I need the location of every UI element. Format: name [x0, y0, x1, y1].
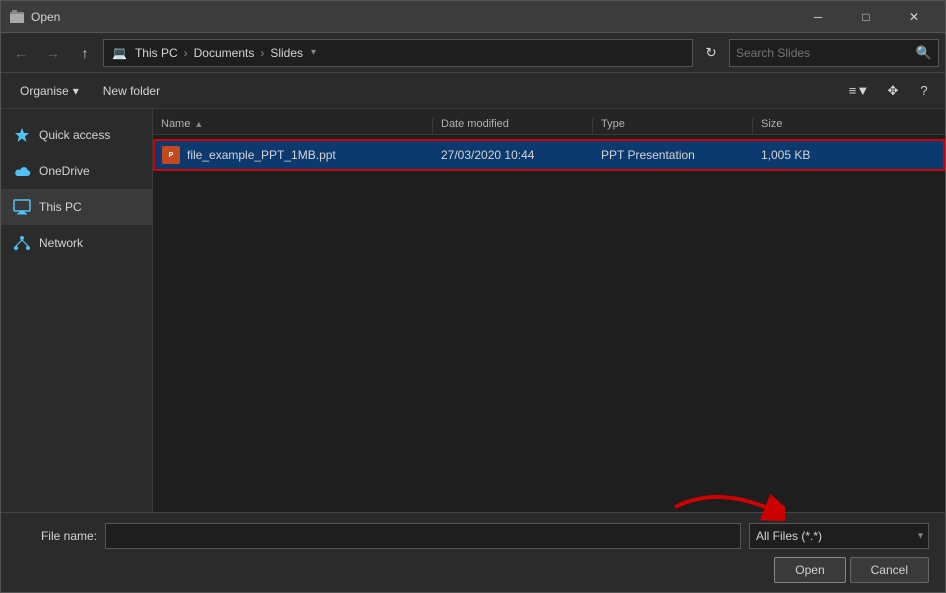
column-header-date[interactable]: Date modified [433, 118, 593, 134]
file-date-text: 27/03/2020 10:44 [441, 148, 534, 162]
table-row[interactable]: P file_example_PPT_1MB.ppt 27/03/2020 10… [153, 139, 945, 171]
file-size-text: 1,005 KB [761, 148, 810, 162]
sidebar-item-onedrive[interactable]: OneDrive [1, 153, 152, 189]
file-list-header: Name ▲ Date modified Type Size [153, 109, 945, 135]
new-folder-button[interactable]: New folder [92, 78, 171, 104]
address-chevron-icon: ▾ [311, 47, 316, 58]
organise-label: Organise [20, 84, 69, 98]
column-header-name[interactable]: Name ▲ [153, 118, 433, 134]
action-buttons: Open Cancel [774, 557, 929, 583]
minimize-button[interactable]: ─ [795, 1, 841, 33]
col-date-label: Date modified [441, 118, 509, 130]
file-name-text: file_example_PPT_1MB.ppt [187, 148, 336, 162]
sidebar: Quick access OneDrive Th [1, 109, 153, 512]
cloud-icon [13, 162, 31, 180]
file-list-body: P file_example_PPT_1MB.ppt 27/03/2020 10… [153, 135, 945, 512]
address-bar: ← → ↑ 💻 This PC › Documents › Slides ▾ ↻… [1, 33, 945, 73]
up-button[interactable]: ↑ [71, 39, 99, 67]
file-icon: P [161, 145, 181, 165]
sidebar-item-network[interactable]: Network [1, 225, 152, 261]
star-icon [13, 126, 31, 144]
action-row: Open Cancel [17, 557, 929, 583]
sort-arrow-icon: ▲ [194, 119, 203, 129]
organise-button[interactable]: Organise ▾ [9, 78, 90, 104]
col-name-label: Name [161, 118, 190, 130]
ppt-icon: P [162, 146, 180, 164]
file-name-label: File name: [17, 529, 97, 543]
main-area: Quick access OneDrive Th [1, 109, 945, 512]
title-bar: Open ─ □ ✕ [1, 1, 945, 33]
search-box: 🔍 [729, 39, 939, 67]
file-name-cell: P file_example_PPT_1MB.ppt [153, 145, 433, 165]
view-list-button[interactable]: ≡▼ [843, 78, 875, 104]
column-header-size[interactable]: Size [753, 118, 853, 134]
bottom-bar: File name: All Files (*.*) PowerPoint Fi… [1, 512, 945, 592]
file-type-text: PPT Presentation [601, 148, 695, 162]
onedrive-label: OneDrive [39, 164, 90, 178]
crumb-slides: Slides [270, 46, 303, 60]
this-pc-label: This PC [39, 200, 82, 214]
organise-arrow-icon: ▾ [73, 84, 79, 98]
address-field[interactable]: 💻 This PC › Documents › Slides ▾ [103, 39, 693, 67]
new-folder-label: New folder [103, 84, 160, 98]
open-dialog: Open ─ □ ✕ ← → ↑ 💻 This PC › Documents ›… [0, 0, 946, 593]
open-button[interactable]: Open [774, 557, 845, 583]
file-area: Name ▲ Date modified Type Size P [153, 109, 945, 512]
network-label: Network [39, 236, 83, 250]
cancel-button[interactable]: Cancel [850, 557, 929, 583]
search-icon: 🔍 [916, 45, 932, 61]
quick-access-label: Quick access [39, 128, 110, 142]
filename-input[interactable] [105, 523, 741, 549]
close-button[interactable]: ✕ [891, 1, 937, 33]
dialog-icon [9, 9, 25, 25]
sidebar-item-this-pc[interactable]: This PC [1, 189, 152, 225]
file-type-cell: PPT Presentation [593, 148, 753, 162]
dialog-title: Open [31, 10, 795, 24]
computer-icon [13, 198, 31, 216]
file-type-dropdown[interactable]: All Files (*.*) PowerPoint Files (*.ppt;… [749, 523, 929, 549]
crumb-thispc: This PC [135, 46, 178, 60]
toolbar: Organise ▾ New folder ≡▼ ✥ ? [1, 73, 945, 109]
network-icon [13, 234, 31, 252]
sidebar-item-quick-access[interactable]: Quick access [1, 117, 152, 153]
filename-row: File name: All Files (*.*) PowerPoint Fi… [17, 523, 929, 549]
view-grid-button[interactable]: ✥ [877, 78, 909, 104]
crumb-documents: Documents [194, 46, 255, 60]
file-date-cell: 27/03/2020 10:44 [433, 148, 593, 162]
col-type-label: Type [601, 118, 625, 130]
back-button[interactable]: ← [7, 39, 35, 67]
col-size-label: Size [761, 118, 782, 130]
file-type-dropdown-wrapper: All Files (*.*) PowerPoint Files (*.ppt;… [749, 523, 929, 549]
file-size-cell: 1,005 KB [753, 148, 853, 162]
maximize-button[interactable]: □ [843, 1, 889, 33]
breadcrumb: 💻 This PC › Documents › Slides [112, 46, 303, 60]
forward-button[interactable]: → [39, 39, 67, 67]
search-input[interactable] [736, 46, 912, 60]
window-controls: ─ □ ✕ [795, 1, 937, 33]
column-header-type[interactable]: Type [593, 118, 753, 134]
help-button[interactable]: ? [911, 78, 937, 104]
refresh-button[interactable]: ↻ [697, 39, 725, 67]
